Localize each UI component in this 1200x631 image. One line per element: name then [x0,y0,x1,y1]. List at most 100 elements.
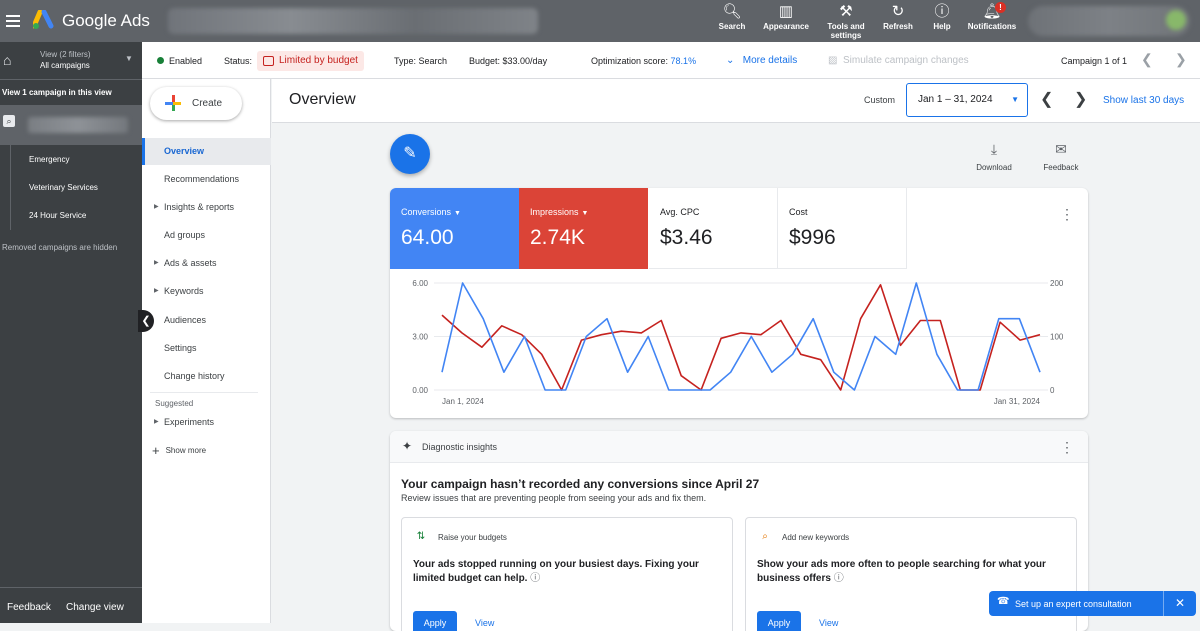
next-period-icon[interactable]: ❯ [1074,89,1087,109]
account-navigation: ⌂ View (2 filters) All campaigns ▼ View … [0,42,142,623]
campaign-pager: Campaign 1 of 1 [1061,56,1128,66]
diagnostic-title: Diagnostic insights [422,442,498,452]
create-button[interactable]: Create [150,87,242,120]
date-range-value: Jan 1 – 31, 2024 [918,94,993,105]
feedback-button[interactable]: ✉ Feedback [1037,141,1085,172]
search-icon: 🔍︎ [722,3,742,20]
date-range-type: Custom [864,95,896,105]
y-tick-label-right: 100 [1050,333,1064,342]
tools-settings-label: Tools and settings [827,22,865,40]
metric-impressions[interactable]: Impressions ▼ 2.74K [519,188,648,269]
view-link[interactable]: View [819,618,838,628]
plus-icon: + [152,443,160,458]
show-more-button[interactable]: + Show more [152,443,206,458]
nav-item-label: Experiments [164,417,215,427]
suggestion-body: Your ads stopped running on your busiest… [413,559,699,584]
nav-item-ad-groups[interactable]: Ad groups [142,222,271,249]
nav-item-overview[interactable]: Overview [142,138,271,165]
adgroup-item-veterinary-services[interactable]: Veterinary Services [29,183,98,192]
close-icon[interactable]: ✕ [1163,591,1196,616]
adgroup-item-emergency[interactable]: Emergency [29,155,69,164]
pencil-icon: ✎ [403,145,417,162]
adgroup-item-24-hour-service[interactable]: 24 Hour Service [29,211,86,220]
info-icon[interactable]: ⓘ [834,573,844,584]
download-button[interactable]: ⤓ Download [970,141,1018,172]
limited-by-budget-badge[interactable]: Limited by budget [257,51,364,71]
tree-connector [10,145,11,230]
menu-icon[interactable] [6,12,20,30]
help-tool[interactable]: ⓘ Help [914,2,970,42]
apply-button[interactable]: Apply [757,611,801,631]
edit-button[interactable]: ✎ [390,134,430,174]
y-tick-label-right: 200 [1050,279,1064,288]
x-tick-label-end: Jan 31, 2024 [994,397,1041,406]
suggestion-body: Show your ads more often to people searc… [757,559,1046,584]
expert-consultation-banner[interactable]: ☎ Set up an expert consultation ✕ [989,591,1196,616]
apply-button[interactable]: Apply [413,611,457,631]
brand-name: Google Ads [62,11,150,30]
nav-item-experiments[interactable]: ▶ Experiments [142,409,271,436]
campaign-item[interactable]: ⌕ [0,105,142,145]
chevron-down-icon: ▼ [125,54,133,63]
view-name: All campaigns [40,61,90,70]
plus-icon [165,95,181,111]
tools-settings-tool[interactable]: ⚒ Tools and settings [818,2,874,42]
more-details-link[interactable]: ⌄ More details [726,55,797,66]
budget-warning-icon [263,56,274,66]
optimization-score-value[interactable]: 78.1% [671,56,697,66]
simulate-label: Simulate campaign changes [843,55,969,66]
performance-chart: 6.00 200 3.00 100 0.00 0 Jan 1, 2024 Jan 31, 20… [412,279,1064,406]
previous-period-icon[interactable]: ❮ [1040,89,1053,109]
nav-item-change-history[interactable]: Change history [142,363,271,390]
nav-item-keywords[interactable]: ▶ Keywords [142,278,271,305]
metric-cost[interactable]: Cost $996 [778,188,907,269]
feedback-link[interactable]: Feedback [7,602,51,613]
series-line-impressions [441,284,1041,391]
show-last-30-days-link[interactable]: Show last 30 days [1103,95,1184,106]
nav-item-recommendations[interactable]: Recommendations [142,166,271,193]
metric-conversions[interactable]: Conversions ▼ 64.00 [390,188,519,269]
metric-label: Cost [789,207,808,217]
campaign-type: Type: Search [394,56,448,66]
avatar[interactable] [1166,10,1186,30]
date-range-picker[interactable]: Jan 1 – 31, 2024 ▼ [906,83,1028,117]
search-tool[interactable]: 🔍︎ Search [704,2,760,42]
nav-item-insights-reports[interactable]: ▶ Insights & reports [142,194,271,221]
home-icon[interactable]: ⌂ [3,53,17,67]
expert-consultation-label: Set up an expert consultation [1015,599,1132,609]
view-selector[interactable]: ⌂ View (2 filters) All campaigns ▼ [0,42,142,80]
page-navigation: Create Overview Recommendations ▶ Insigh… [142,79,271,623]
account-selector-blurred[interactable] [168,8,538,34]
notifications-tool[interactable]: 🔔︎ ! Notifications [964,2,1020,42]
suggested-heading: Suggested [155,399,194,408]
appearance-tool[interactable]: ▥ Appearance [758,2,814,42]
info-icon[interactable]: ⓘ [530,573,540,584]
feedback-icon: ✉ [1055,141,1067,157]
nav-item-settings[interactable]: Settings [142,335,271,362]
appearance-tool-label: Appearance [763,22,809,31]
next-campaign-icon[interactable]: ❯ [1175,51,1187,68]
expand-arrow-icon: ▶ [154,260,159,266]
page-title: Overview [289,91,356,108]
limited-by-budget-text: Limited by budget [279,55,358,66]
change-view-link[interactable]: Change view [66,602,124,613]
campaign-count: View 1 campaign in this view [2,88,112,97]
view-link[interactable]: View [475,618,494,628]
removed-campaigns-note: Removed campaigns are hidden [2,243,118,252]
create-label: Create [192,98,223,109]
dropdown-arrow-icon: ▼ [1011,95,1019,104]
status-label: Status: [224,56,253,66]
campaign-status-bar: Enabled Status: Limited by budget Type: … [142,42,1200,79]
campaign-name-blurred [28,117,128,133]
more-options-icon[interactable]: ⋮ [1060,439,1074,456]
expand-arrow-icon: ▶ [154,288,159,294]
notification-badge: ! [995,2,1006,13]
diagnostic-header: ✦ Diagnostic insights ⋮ [390,431,1088,463]
metric-avg-cpc[interactable]: Avg. CPC $3.46 [649,188,778,269]
previous-campaign-icon[interactable]: ❮ [1141,51,1153,68]
suggestion-title: Add new keywords [782,533,850,542]
more-options-icon[interactable]: ⋮ [1060,206,1074,223]
diagnostic-subtitle: Review issues that are preventing people… [401,493,707,503]
nav-item-audiences[interactable]: Audiences [142,307,271,334]
nav-item-ads-assets[interactable]: ▶ Ads & assets [142,250,271,277]
